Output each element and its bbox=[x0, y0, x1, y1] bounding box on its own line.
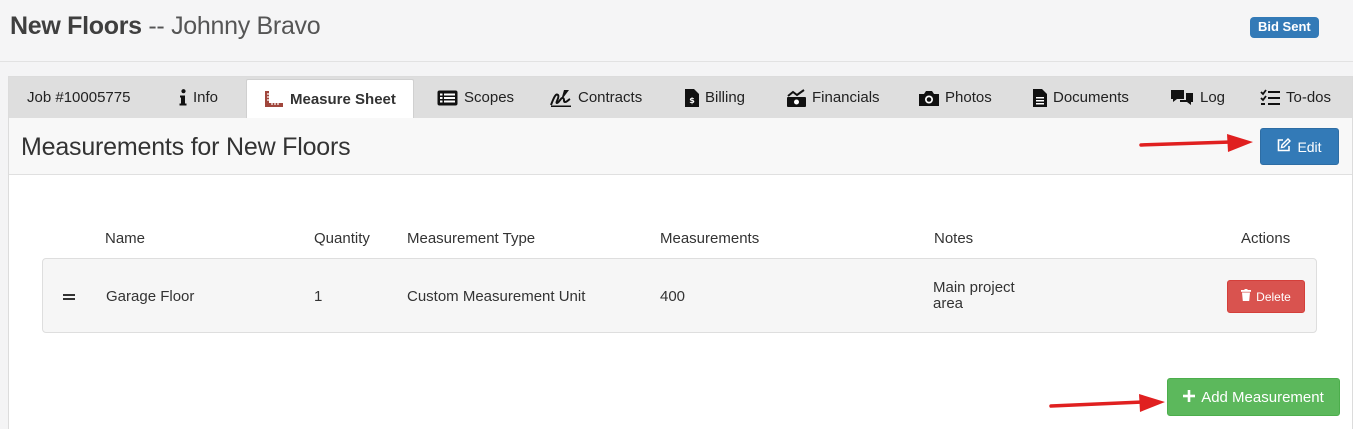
tab-contracts-label: Contracts bbox=[578, 89, 643, 106]
status-badge: Bid Sent bbox=[1250, 17, 1319, 38]
table-row: Garage Floor 1 Custom Measurement Unit 4… bbox=[42, 258, 1317, 333]
arrow-icon bbox=[1049, 394, 1165, 412]
edit-button[interactable]: Edit bbox=[1260, 128, 1339, 165]
tab-scopes-label: Scopes bbox=[464, 89, 515, 106]
title-separator: -- bbox=[141, 12, 172, 40]
svg-text:$: $ bbox=[689, 96, 695, 105]
arrow-icon bbox=[1139, 134, 1253, 152]
column-header-measurements: Measurements bbox=[660, 230, 760, 247]
tab-scopes[interactable]: Scopes bbox=[437, 77, 514, 118]
plus-icon bbox=[1183, 389, 1196, 406]
section-title: Measurements for New Floors bbox=[21, 133, 351, 161]
tab-documents[interactable]: Documents bbox=[1033, 77, 1129, 118]
row-quantity: 1 bbox=[314, 288, 323, 305]
job-panel: Job #10005775 Info Measure Sheet Scopes bbox=[8, 76, 1353, 429]
tab-measure-sheet-label: Measure Sheet bbox=[290, 90, 396, 108]
signature-icon bbox=[550, 89, 572, 107]
edit-button-label: Edit bbox=[1297, 138, 1322, 155]
add-measurement-button[interactable]: Add Measurement bbox=[1167, 378, 1340, 416]
tab-documents-label: Documents bbox=[1053, 89, 1129, 106]
add-measurement-label: Add Measurement bbox=[1201, 388, 1324, 406]
trash-icon bbox=[1241, 289, 1252, 304]
tab-bar: Job #10005775 Info Measure Sheet Scopes bbox=[9, 77, 1352, 118]
list-icon bbox=[437, 90, 458, 106]
camera-icon bbox=[919, 90, 939, 106]
tab-job-number-label: Job #10005775 bbox=[27, 89, 131, 106]
column-header-notes: Notes bbox=[934, 230, 974, 247]
tab-todos[interactable]: To-dos bbox=[1260, 77, 1331, 118]
row-measurements: 400 bbox=[660, 288, 686, 305]
tab-financials-label: Financials bbox=[812, 89, 880, 106]
comments-icon bbox=[1170, 89, 1194, 107]
column-header-name: Name bbox=[105, 230, 146, 247]
customer-name: Johnny Bravo bbox=[171, 12, 321, 40]
info-icon bbox=[179, 89, 187, 106]
drag-handle-icon[interactable] bbox=[63, 294, 75, 300]
tab-photos[interactable]: Photos bbox=[919, 77, 992, 118]
tab-todos-label: To-dos bbox=[1286, 89, 1332, 106]
checklist-icon bbox=[1260, 89, 1280, 106]
tab-photos-label: Photos bbox=[945, 89, 992, 106]
document-icon bbox=[1033, 88, 1047, 107]
tab-log[interactable]: Log bbox=[1170, 77, 1225, 118]
invoice-icon: $ bbox=[685, 88, 699, 107]
column-header-measurement-type: Measurement Type bbox=[407, 230, 536, 247]
tab-measure-sheet[interactable]: Measure Sheet bbox=[246, 79, 414, 118]
row-name: Garage Floor bbox=[106, 288, 195, 305]
page-title: New Floors -- Johnny Bravo bbox=[10, 12, 321, 41]
column-header-quantity: Quantity bbox=[314, 230, 370, 247]
tab-financials[interactable]: Financials bbox=[787, 77, 880, 118]
edit-icon bbox=[1277, 138, 1292, 155]
tab-job-number[interactable]: Job #10005775 bbox=[27, 77, 130, 118]
ruler-icon bbox=[264, 90, 284, 108]
row-notes: Main project area bbox=[933, 279, 1015, 312]
job-name: New Floors bbox=[10, 12, 142, 40]
tab-contracts[interactable]: Contracts bbox=[550, 77, 642, 118]
tab-log-label: Log bbox=[1200, 89, 1226, 106]
tab-info[interactable]: Info bbox=[179, 77, 218, 118]
page-header: New Floors -- Johnny Bravo Bid Sent bbox=[0, 0, 1353, 62]
tab-billing-label: Billing bbox=[705, 89, 746, 106]
delete-button-label: Delete bbox=[1256, 289, 1291, 304]
chart-icon bbox=[787, 88, 806, 107]
tab-billing[interactable]: $ Billing bbox=[685, 77, 745, 118]
row-measurement-type: Custom Measurement Unit bbox=[407, 288, 586, 305]
delete-button[interactable]: Delete bbox=[1227, 280, 1305, 313]
tab-info-label: Info bbox=[193, 89, 219, 106]
column-header-actions: Actions bbox=[1241, 230, 1291, 247]
